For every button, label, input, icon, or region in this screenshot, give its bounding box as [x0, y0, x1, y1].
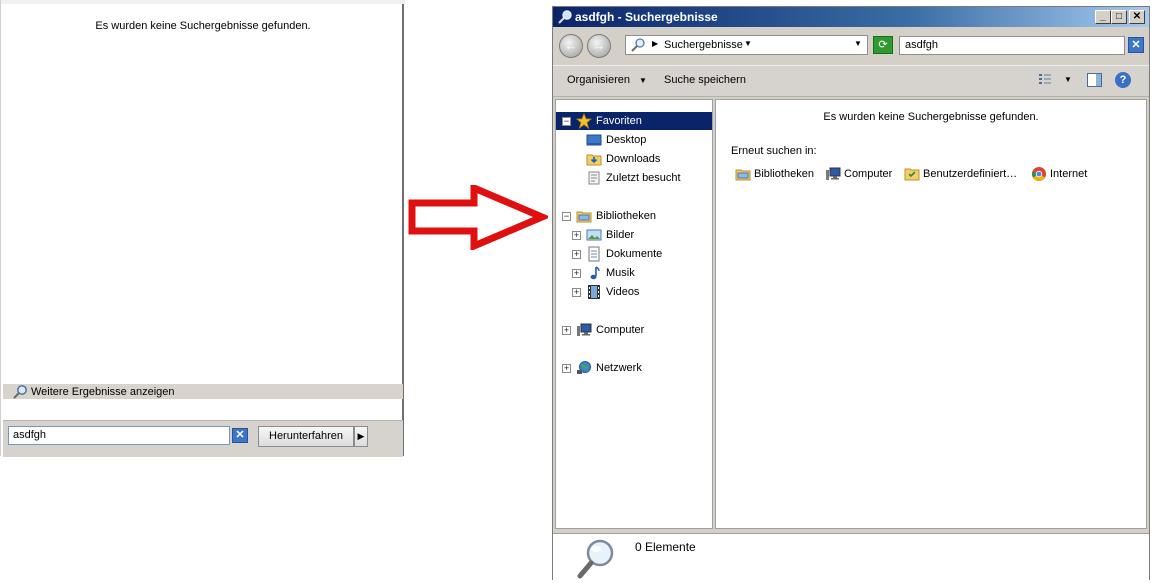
- collapse-icon[interactable]: −: [562, 212, 571, 221]
- nav-item-computer[interactable]: + Computer: [556, 321, 712, 339]
- search-window-icon: [557, 9, 573, 28]
- expand-icon[interactable]: +: [572, 250, 581, 259]
- navigation-pane: − Favoriten Desktop Downloads Zuletzt be…: [555, 99, 713, 529]
- help-icon[interactable]: ?: [1115, 72, 1131, 88]
- search-location-label: Internet: [1050, 168, 1088, 180]
- nav-item-documents[interactable]: + Dokumente: [556, 245, 712, 263]
- recent-places-icon: [586, 170, 602, 192]
- search-location-label: Benutzerdefiniert…: [923, 168, 1018, 180]
- clear-search-icon[interactable]: ✕: [232, 428, 248, 443]
- nav-label: Downloads: [606, 153, 661, 165]
- chevron-down-icon: ▼: [639, 76, 647, 85]
- nav-item-libraries[interactable]: − Bibliotheken: [556, 207, 712, 225]
- start-menu-top-strip: [1, 0, 405, 4]
- videos-icon: [586, 284, 602, 306]
- details-pane: 0 Elemente: [553, 533, 1149, 580]
- computer-icon: [825, 166, 841, 185]
- back-icon[interactable]: ←: [559, 34, 583, 58]
- close-icon[interactable]: ✕: [1129, 10, 1145, 24]
- organize-label: Organisieren: [567, 74, 630, 86]
- preview-pane-icon[interactable]: [1087, 73, 1102, 87]
- nav-label: Favoriten: [596, 115, 642, 127]
- chrome-icon: [1031, 166, 1047, 185]
- search-magnifier-icon: [575, 536, 619, 583]
- expand-icon[interactable]: +: [572, 288, 581, 297]
- nav-label: Computer: [596, 324, 645, 336]
- expand-icon[interactable]: +: [562, 326, 571, 335]
- red-arrow-icon: [408, 182, 551, 253]
- nav-label: Zuletzt besucht: [606, 172, 681, 184]
- view-options-dropdown-icon[interactable]: ▼: [1064, 75, 1072, 84]
- minimize-icon[interactable]: _: [1095, 10, 1111, 24]
- breadcrumb-search-results[interactable]: Suchergebnisse: [664, 39, 743, 51]
- nav-label: Desktop: [606, 134, 647, 146]
- breadcrumb-separator-icon[interactable]: ▼: [744, 39, 752, 48]
- clear-search-icon[interactable]: ✕: [1128, 37, 1144, 53]
- custom-folder-icon: [904, 166, 920, 185]
- forward-icon[interactable]: →: [587, 34, 611, 58]
- nav-item-pictures[interactable]: + Bilder: [556, 226, 712, 244]
- nav-label: Bilder: [606, 229, 635, 241]
- explorer-window: asdfgh - Suchergebnisse _ □ ✕ ← → ▶ Such…: [552, 6, 1150, 580]
- search-icon: [12, 384, 28, 403]
- network-icon: [576, 360, 592, 382]
- nav-item-recent[interactable]: Zuletzt besucht: [556, 169, 712, 187]
- nav-item-videos[interactable]: + Videos: [556, 283, 712, 301]
- nav-label: Netzwerk: [596, 362, 642, 374]
- nav-item-network[interactable]: + Netzwerk: [556, 359, 712, 377]
- computer-icon: [576, 322, 592, 344]
- nav-item-favorites[interactable]: − Favoriten: [556, 112, 712, 130]
- start-menu-panel: Es wurden keine Suchergebnisse gefunden.…: [0, 0, 405, 457]
- command-bar: Organisieren ▼ Suche speichern ▼ ?: [553, 65, 1149, 97]
- nav-label: Videos: [606, 286, 640, 298]
- address-history-dropdown-icon[interactable]: ▼: [854, 39, 862, 48]
- start-search-input[interactable]: asdfgh: [8, 426, 230, 445]
- nav-item-downloads[interactable]: Downloads: [556, 150, 712, 168]
- item-count: 0 Elemente: [635, 540, 696, 554]
- nav-label: Dokumente: [606, 248, 663, 260]
- search-location-label: Bibliotheken: [754, 168, 814, 180]
- expand-icon[interactable]: +: [572, 231, 581, 240]
- expand-icon[interactable]: +: [562, 364, 571, 373]
- search-again-label: Erneut suchen in:: [731, 145, 817, 157]
- save-search-button[interactable]: Suche speichern: [664, 74, 746, 86]
- shutdown-options-arrow-icon[interactable]: ▶: [354, 426, 368, 447]
- shutdown-button[interactable]: Herunterfahren: [258, 426, 354, 447]
- search-location-label: Computer: [844, 168, 893, 180]
- search-folder-icon: [630, 37, 646, 56]
- nav-label: Bibliotheken: [596, 210, 656, 222]
- refresh-icon[interactable]: ⟳: [873, 36, 893, 54]
- results-pane: Es wurden keine Suchergebnisse gefunden.…: [715, 99, 1147, 529]
- address-bar-row: ← → ▶ Suchergebnisse ▼ ▼ ⟳ asdfgh ✕: [553, 27, 1149, 65]
- address-bar[interactable]: ▶ Suchergebnisse ▼ ▼: [625, 35, 868, 55]
- organize-menu-button[interactable]: Organisieren ▼: [567, 74, 647, 86]
- more-results-link[interactable]: Weitere Ergebnisse anzeigen: [3, 384, 403, 399]
- search-input[interactable]: asdfgh: [899, 36, 1125, 55]
- start-menu-bottom-bar: asdfgh ✕ Herunterfahren ▶: [3, 420, 403, 457]
- no-results-text: Es wurden keine Suchergebnisse gefunden.: [823, 111, 1039, 123]
- nav-item-desktop[interactable]: Desktop: [556, 131, 712, 149]
- maximize-icon[interactable]: □: [1111, 10, 1127, 24]
- more-results-label: Weitere Ergebnisse anzeigen: [31, 386, 175, 398]
- window-title: asdfgh - Suchergebnisse: [575, 10, 718, 24]
- title-bar[interactable]: asdfgh - Suchergebnisse _ □ ✕: [553, 7, 1149, 27]
- change-view-icon[interactable]: [1037, 72, 1053, 91]
- expand-icon[interactable]: +: [572, 269, 581, 278]
- breadcrumb-separator-icon[interactable]: ▶: [652, 39, 658, 48]
- nav-item-music[interactable]: + Musik: [556, 264, 712, 282]
- collapse-icon[interactable]: −: [562, 117, 571, 126]
- nav-label: Musik: [606, 267, 635, 279]
- libraries-icon: [735, 166, 751, 185]
- start-menu-no-results-text: Es wurden keine Suchergebnisse gefunden.: [95, 20, 311, 32]
